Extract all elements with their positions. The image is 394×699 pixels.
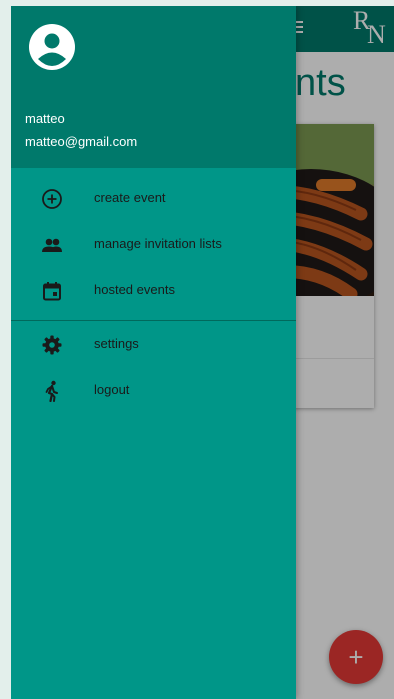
user-email: matteo@gmail.com <box>25 134 138 149</box>
people-icon <box>41 234 63 256</box>
nav-item-label: hosted events <box>94 282 175 297</box>
add-circle-icon <box>41 188 63 210</box>
nav-item-hosted-events[interactable]: hosted events <box>11 270 296 310</box>
walking-person-icon <box>41 380 63 403</box>
nav-item-create-event[interactable]: create event <box>11 178 296 218</box>
calendar-icon <box>41 280 63 302</box>
nav-item-manage-invitation-lists[interactable]: manage invitation lists <box>11 224 296 264</box>
nav-item-label: manage invitation lists <box>94 236 222 251</box>
drawer-divider <box>11 320 296 321</box>
nav-item-logout[interactable]: logout <box>11 370 296 410</box>
nav-item-label: logout <box>94 382 130 397</box>
device-frame: R N nts + matteo matteo@gmail.com create… <box>0 0 394 699</box>
nav-item-label: create event <box>94 190 166 205</box>
nav-item-settings[interactable]: settings <box>11 324 296 364</box>
user-name: matteo <box>25 111 65 126</box>
navigation-drawer: matteo matteo@gmail.com create event man… <box>11 6 296 699</box>
drawer-header: matteo matteo@gmail.com <box>11 6 296 168</box>
gear-icon <box>41 334 63 356</box>
screen: R N nts + matteo matteo@gmail.com create… <box>11 6 394 699</box>
account-avatar-icon[interactable] <box>29 24 75 70</box>
nav-item-label: settings <box>94 336 139 351</box>
